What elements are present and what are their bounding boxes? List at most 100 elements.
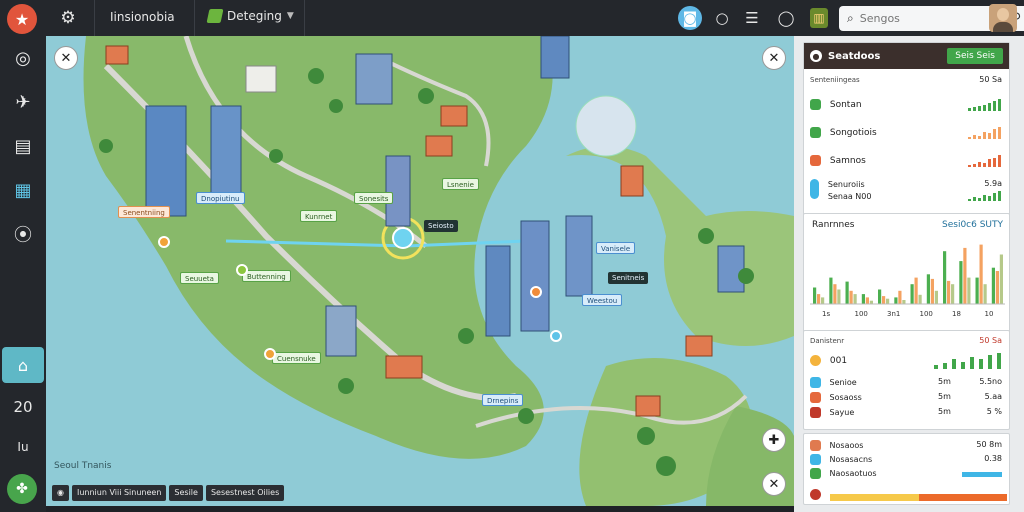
chart-bar[interactable] <box>853 294 857 304</box>
legend-item[interactable]: Sesestnest Oilies <box>205 485 285 501</box>
status-subtitle-value: 50 Sa <box>979 75 1002 84</box>
chart-bar[interactable] <box>983 284 987 304</box>
legend-toggle-icon[interactable]: ◉ <box>52 485 69 501</box>
map-label[interactable]: Sonesits <box>354 192 394 204</box>
status-row[interactable]: Songotiois <box>810 127 1005 139</box>
bar-chart[interactable]: 1s 100 3n1 100 18 10 <box>810 234 1005 326</box>
metrics-row[interactable]: Senioe 5m 5.5no <box>810 377 1005 388</box>
status-row[interactable]: Samnos <box>810 155 1005 167</box>
zoom-in-button[interactable]: ✚ <box>762 428 786 452</box>
map-label[interactable]: Seuueta <box>180 272 219 284</box>
workspace-icon[interactable]: ⚙ <box>56 6 80 30</box>
chart-bar[interactable] <box>845 281 849 304</box>
chart-bar[interactable] <box>821 297 825 304</box>
summary-row[interactable]: Nosasacns 0.38 <box>810 454 1005 465</box>
chart-bar[interactable] <box>926 274 930 304</box>
chart-bar[interactable] <box>967 277 971 304</box>
chart-bar[interactable] <box>865 297 869 304</box>
chart-bar[interactable] <box>861 294 865 304</box>
chart-bar[interactable] <box>882 296 886 304</box>
summary-card: Nosaoos 50 8m Nosasacns 0.38 Naosaotuos <box>803 433 1010 505</box>
map-label[interactable]: Vanisele <box>596 242 636 254</box>
chart-bar[interactable] <box>817 294 821 304</box>
map-legend: ◉ Iunniun Viii Sinuneen Sesile Sesestnes… <box>52 485 285 501</box>
map-label[interactable]: Buttenning <box>242 270 291 282</box>
compass-icon[interactable]: ◎ <box>5 40 41 76</box>
book-icon[interactable]: ▤ <box>5 128 41 164</box>
map-pin[interactable] <box>264 348 276 360</box>
layers-icon[interactable]: ▦ <box>5 172 41 208</box>
map-pin[interactable] <box>236 264 248 276</box>
chart-bar[interactable] <box>975 277 979 304</box>
chart-bar[interactable] <box>959 261 963 304</box>
map-pin[interactable] <box>530 286 542 298</box>
avatar[interactable] <box>989 4 1017 32</box>
status-row[interactable]: Sontan <box>810 99 1005 111</box>
map-label[interactable]: Dnopiutinu <box>196 192 245 204</box>
chart-bar[interactable] <box>963 247 967 304</box>
chart-bar[interactable] <box>979 244 983 304</box>
chart-bar[interactable] <box>878 289 882 305</box>
close-map-overlay-button[interactable]: ✕ <box>762 46 786 70</box>
circle-button[interactable]: ○ <box>710 6 734 30</box>
close-map-panel-button[interactable]: ✕ <box>54 46 78 70</box>
chart-bar[interactable] <box>943 251 947 304</box>
chart-bar[interactable] <box>991 267 995 304</box>
chart-bar[interactable] <box>918 294 922 304</box>
chart-bar[interactable] <box>886 298 890 304</box>
city-map[interactable]: ✕ ✕ Senentniing Dnopiutinu Sonesits Lsne… <box>46 36 794 506</box>
divider <box>194 0 195 36</box>
rail-home-button[interactable]: ⌂ <box>2 347 44 383</box>
chart-bar[interactable] <box>995 271 999 304</box>
map-label[interactable]: Lsnenie <box>442 178 479 190</box>
legend-item[interactable]: Sesile <box>169 485 203 501</box>
zoom-out-button[interactable]: ✕ <box>762 472 786 496</box>
building-button[interactable]: ▥ <box>810 8 828 28</box>
map-label[interactable]: Cuensnuke <box>272 352 321 364</box>
chart-bar[interactable] <box>829 277 833 304</box>
camera-button[interactable]: ◙ <box>678 6 702 30</box>
chart-bar[interactable] <box>837 289 841 305</box>
map-label[interactable]: Kunrnet <box>300 210 338 222</box>
chart-bar[interactable] <box>951 284 955 304</box>
rail-label[interactable]: Iu <box>0 440 46 454</box>
status-row[interactable]: Senuroiis Senaa N00 5.9a <box>810 179 1005 203</box>
chart-bar[interactable] <box>902 300 906 304</box>
rocket-icon[interactable]: ✈ <box>5 84 41 120</box>
chart-bar[interactable] <box>914 277 918 304</box>
summary-row[interactable]: Naosaotuos <box>810 468 1005 479</box>
legend-item[interactable]: Iunniun Viii Sinuneen <box>71 485 167 501</box>
map-label[interactable]: Weestou <box>582 294 623 306</box>
metrics-row[interactable]: Sosaoss 5m 5.aa <box>810 392 1005 403</box>
chart-bar[interactable] <box>894 297 898 304</box>
chart-bar[interactable] <box>930 278 934 304</box>
share-icon[interactable]: ✤ <box>7 474 37 504</box>
metrics-row[interactable]: 001 <box>810 353 1005 369</box>
chat-button[interactable]: ◯ <box>774 6 798 30</box>
map-label[interactable]: Seiosto <box>424 220 458 232</box>
rail-counter: 20 <box>13 398 33 416</box>
status-action-button[interactable]: Seis Seis <box>947 48 1003 64</box>
summary-row[interactable]: Nosaoos 50 8m <box>810 440 1005 451</box>
view-dropdown[interactable]: Deteging ▼ <box>206 9 294 23</box>
metrics-row[interactable]: Sayue 5m 5 % <box>810 407 1005 418</box>
location-icon[interactable]: ⦿ <box>5 216 41 252</box>
chart-bar[interactable] <box>849 290 853 304</box>
chart-bar[interactable] <box>910 284 914 304</box>
map-label[interactable]: Drnepins <box>482 394 524 406</box>
list-button[interactable]: ☰ <box>740 6 764 30</box>
chart-bar[interactable] <box>947 280 951 304</box>
map-label[interactable]: Senitneis <box>608 272 649 284</box>
status-card-header: ● Seatdoos Seis Seis <box>804 43 1009 69</box>
chart-bar[interactable] <box>898 290 902 304</box>
chart-bar[interactable] <box>813 287 817 305</box>
chart-bar[interactable] <box>934 290 938 304</box>
map-pin[interactable] <box>158 236 170 248</box>
app-logo-icon[interactable]: ★ <box>7 4 37 34</box>
chart-bar[interactable] <box>999 254 1003 305</box>
map-pin[interactable] <box>550 330 562 342</box>
chart-bar[interactable] <box>833 284 837 304</box>
map-label[interactable]: Senentniing <box>118 206 170 218</box>
search-input[interactable] <box>859 12 990 25</box>
app-window: ★ ◎ ✈ ▤ ▦ ⦿ ⌂ 20 Iu ✤ ⚙ Iinsionobia Dete… <box>0 0 1024 512</box>
